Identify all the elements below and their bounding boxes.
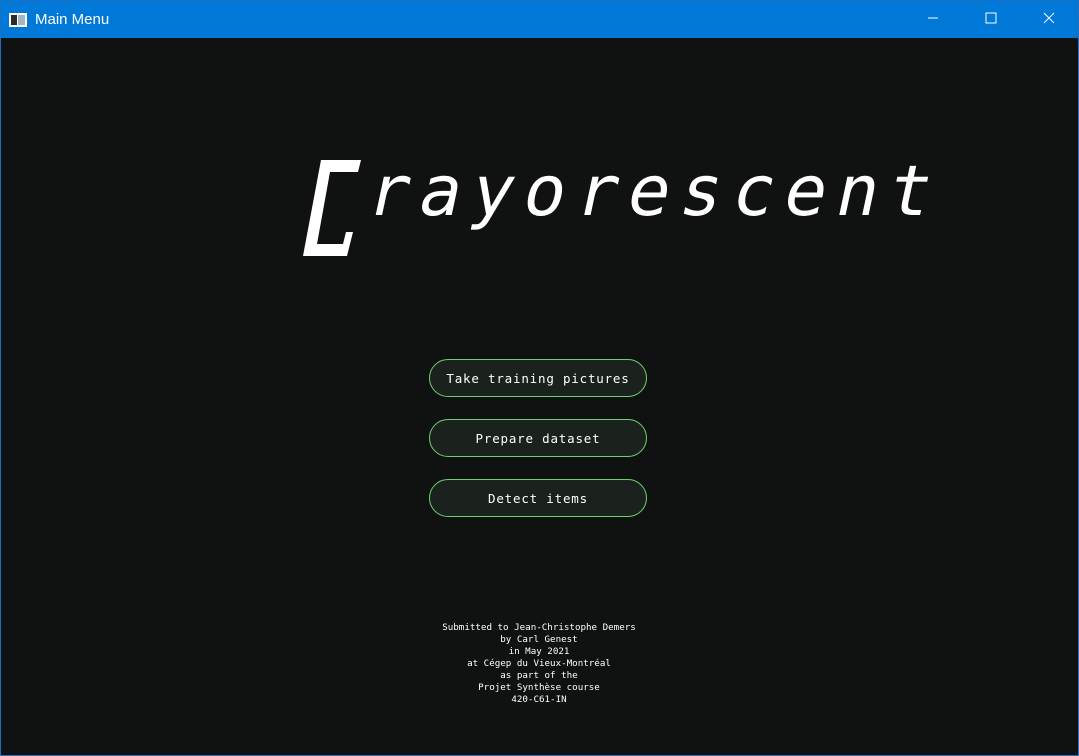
close-button[interactable]	[1020, 1, 1078, 38]
logo-initial-glyph: C	[299, 156, 361, 256]
minimize-button[interactable]	[904, 1, 962, 38]
credits-line: as part of the	[500, 670, 578, 681]
logo-initial: C	[299, 156, 300, 157]
window-title: Main Menu	[35, 11, 110, 28]
logo-text: rayorescent	[359, 150, 951, 232]
credits-line: Projet Synthèse course	[478, 682, 600, 693]
menu-content: C rayorescent Take training pictures Pre…	[1, 38, 1078, 755]
credits-line: Submitted to Jean-Christophe Demers	[442, 622, 636, 633]
title-bar[interactable]: Main Menu	[1, 1, 1078, 38]
main-menu-window: Main Menu C rayorescent Take training pi…	[0, 0, 1079, 756]
prepare-dataset-button[interactable]: Prepare dataset	[429, 419, 647, 457]
credits-line: by Carl Genest	[500, 634, 578, 645]
close-icon	[1043, 11, 1055, 28]
credits-line: at Cégep du Vieux-Montréal	[467, 658, 611, 669]
maximize-icon	[985, 11, 997, 28]
app-window-icon	[9, 12, 27, 27]
credits-line: 420-C61-IN	[511, 694, 567, 705]
minimize-icon	[927, 11, 939, 28]
credits: Submitted to Jean-Christophe Demers by C…	[389, 622, 689, 706]
take-training-pictures-button[interactable]: Take training pictures	[429, 359, 647, 397]
maximize-button[interactable]	[962, 1, 1020, 38]
detect-items-button[interactable]: Detect items	[429, 479, 647, 517]
credits-line: in May 2021	[508, 646, 570, 657]
